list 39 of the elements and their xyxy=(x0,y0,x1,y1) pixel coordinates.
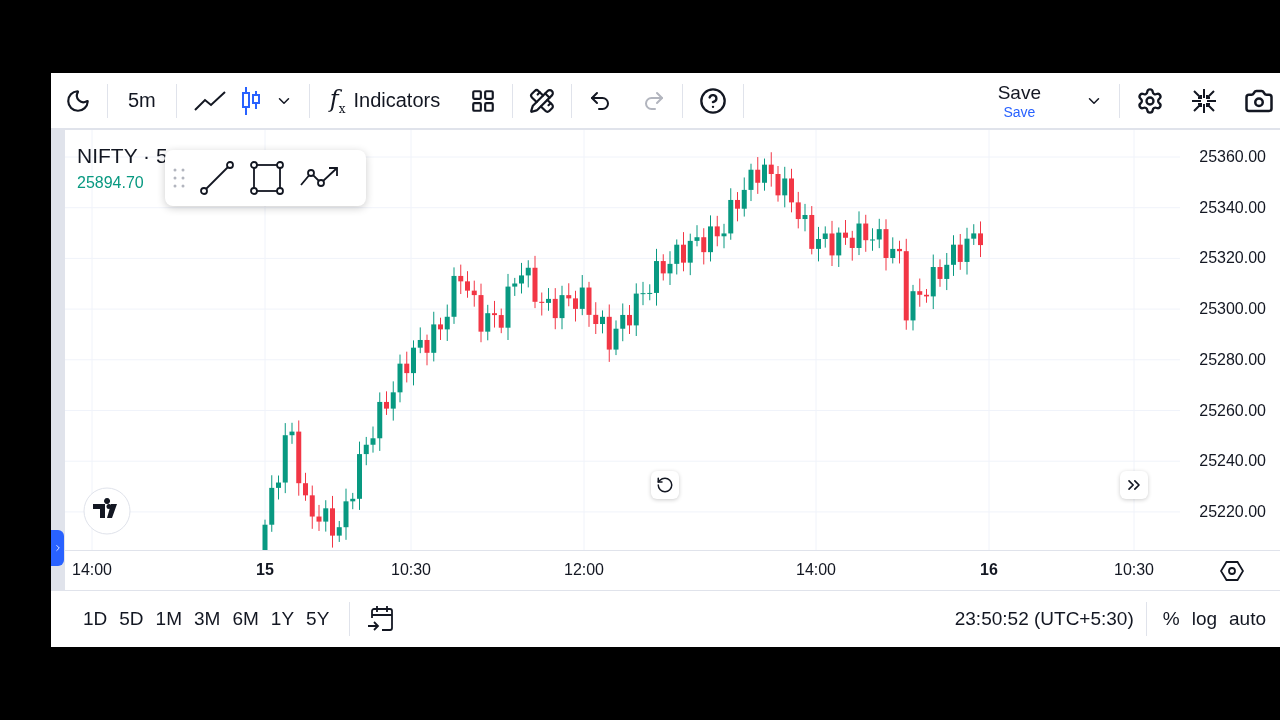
scale-option[interactable]: log xyxy=(1185,602,1223,636)
time-label: 12:00 xyxy=(564,561,604,579)
time-label: 14:00 xyxy=(72,561,112,579)
time-label: 16 xyxy=(980,561,998,579)
save-button[interactable]: Save Save xyxy=(989,79,1049,122)
scroll-right-button[interactable] xyxy=(1120,471,1148,499)
expand-tab[interactable] xyxy=(51,530,64,566)
price-label: 25280.00 xyxy=(1199,350,1266,369)
time-label: 15 xyxy=(256,561,274,579)
trend-line-icon[interactable] xyxy=(199,160,235,196)
price-label: 25260.00 xyxy=(1199,401,1266,420)
range-button[interactable]: 5Y xyxy=(300,602,336,636)
range-button[interactable]: 1D xyxy=(77,602,114,636)
rectangle-icon[interactable] xyxy=(249,160,285,196)
indicators-button[interactable]: f$_{x}$ Indicators xyxy=(319,79,451,122)
scale-option[interactable]: % xyxy=(1156,602,1186,636)
price-label: 25300.00 xyxy=(1199,300,1266,319)
price-label: 25360.00 xyxy=(1199,148,1266,166)
range-button[interactable]: 1Y xyxy=(264,602,301,636)
price-label: 25340.00 xyxy=(1199,198,1266,217)
range-button[interactable]: 3M xyxy=(188,602,227,636)
price-label: 25220.00 xyxy=(1199,502,1266,521)
rotate-icon xyxy=(656,476,674,494)
time-label: 14:00 xyxy=(796,561,836,579)
range-button[interactable]: 1M xyxy=(149,602,188,636)
clock-text: 23:50:52 (UTC+5:30) xyxy=(953,608,1135,630)
price-label: 25320.00 xyxy=(1199,249,1266,268)
grip-icon[interactable] xyxy=(173,168,185,188)
price-label: 25240.00 xyxy=(1199,452,1266,471)
scale-option[interactable]: auto xyxy=(1223,602,1272,636)
time-label: 10:30 xyxy=(391,561,431,579)
hexagon-settings-icon[interactable] xyxy=(1220,559,1244,582)
reset-button[interactable] xyxy=(651,471,679,499)
range-button[interactable]: 6M xyxy=(226,602,265,636)
range-button[interactable]: 5D xyxy=(113,602,150,636)
last-price: 25894.70 xyxy=(77,174,145,192)
logo-icon[interactable] xyxy=(83,487,131,535)
time-label: 10:30 xyxy=(1114,561,1154,579)
interval-button[interactable]: 5m xyxy=(118,83,166,118)
